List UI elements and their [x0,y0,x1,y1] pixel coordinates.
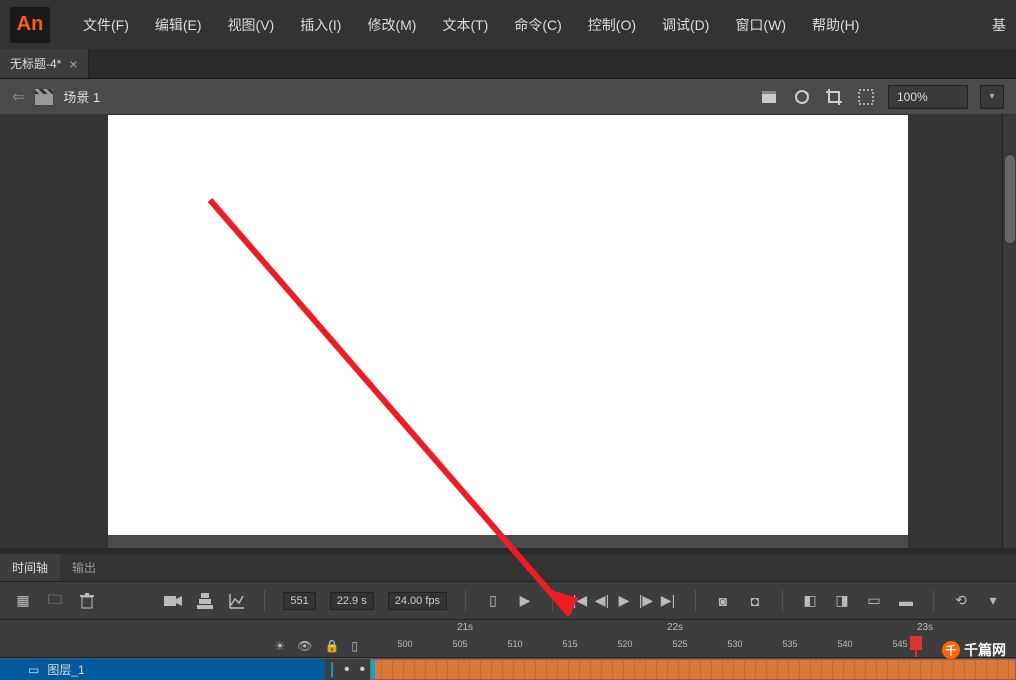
clip-content-icon[interactable] [856,87,876,107]
menu-bar: An 文件(F) 编辑(E) 视图(V) 插入(I) 修改(M) 文本(T) 命… [0,0,1016,49]
edit-scene-icon[interactable] [760,87,780,107]
playhead[interactable] [910,636,922,650]
fps[interactable]: 24.00 fps [388,592,447,610]
tab-close-icon[interactable]: × [69,56,77,72]
layer-frame-track[interactable] [370,659,1016,680]
frame-number: 510 [507,639,522,649]
zoom-dropdown-icon[interactable]: ▾ [980,85,1004,109]
time-label: 21s [457,622,473,633]
layer-header-controls: ☀ 👁 🔒 ▯ [0,620,370,657]
frame-number: 540 [837,639,852,649]
time-label: 22s [667,622,683,633]
menu-control[interactable]: 控制(O) [575,15,649,35]
delete-layer-icon[interactable] [78,592,96,610]
watermark-badge: 千 [942,641,960,659]
layer-outline-dot[interactable]: • [359,661,365,679]
menu-modify[interactable]: 修改(M) [354,15,429,35]
vertical-scrollbar[interactable] [1002,115,1016,548]
tab-title: 无标题-4* [10,55,61,72]
play-button-icon[interactable]: ▶ [615,592,633,610]
layer-name-cell[interactable]: ▭ 图层_1 [0,659,325,680]
layer-row[interactable]: ▭ 图层_1 | • • [0,658,1016,680]
stage-canvas[interactable] [108,115,908,535]
last-frame-icon[interactable]: ▶| [659,592,677,610]
timeline-toolbar: ▦ 🗀 551 22.9 s 24.00 fps ▯ ▶ |◀ ◀| ▶ |▶ … [0,582,1016,620]
ruler-track[interactable]: 21s 22s 23s 500 505 510 515 520 525 530 … [370,620,1016,657]
frame-number: 530 [727,639,742,649]
panel-tab-bar: 时间轴 输出 [0,554,1016,582]
zoom-level-input[interactable]: 100% [888,85,968,109]
menu-command[interactable]: 命令(C) [501,15,574,35]
document-tab-bar: 无标题-4* × [0,49,1016,79]
crop-tool-icon[interactable] [824,87,844,107]
highlight-layer-icon[interactable]: ☀ [274,639,285,653]
lock-icon[interactable]: 🔒 [324,639,339,653]
layer-visible-dot[interactable]: | [330,661,334,679]
tab-timeline[interactable]: 时间轴 [0,554,60,581]
play-icon[interactable]: ▶ [516,592,534,610]
first-frame-icon[interactable]: |◀ [571,592,589,610]
menu-edit[interactable]: 编辑(E) [142,15,215,35]
menu-debug[interactable]: 调试(D) [649,15,722,35]
stage-area [0,115,1016,548]
scene-name: 场景 1 [63,87,100,106]
layer-toggle-cell: | • • [325,659,370,680]
scene-bar: ⇐ 场景 1 100% ▾ [0,79,1016,115]
new-layer-icon[interactable]: ▦ [14,592,32,610]
new-folder-icon[interactable]: 🗀 [46,592,64,610]
prev-frame-icon[interactable]: ◀| [593,592,611,610]
insert-keyframe-icon[interactable]: ◧ [801,592,819,610]
layer-name: 图层_1 [47,661,84,678]
frame-number: 500 [397,639,412,649]
menu-view[interactable]: 视图(V) [215,15,288,35]
onion-outline-icon[interactable]: ◘ [746,592,764,610]
next-frame-icon[interactable]: |▶ [637,592,655,610]
layer-type-icon: ▭ [28,663,39,677]
menu-help[interactable]: 帮助(H) [799,15,872,35]
layer-selection-edge [371,660,375,679]
frame-number: 545 [892,639,907,649]
remove-frame-icon[interactable]: ▬ [897,592,915,610]
current-time: 22.9 s [330,592,374,610]
scene-clapper-icon[interactable] [35,89,53,105]
frame-number: 520 [617,639,632,649]
visibility-icon[interactable]: 👁 [297,639,312,653]
watermark: 千 千篇网 [942,640,1006,660]
current-frame[interactable]: 551 [283,592,315,610]
outline-icon[interactable]: ▯ [351,639,358,653]
stage-pasteboard-right [908,115,1002,548]
menu-right-label: 基 [992,15,1006,35]
timeline-ruler: ☀ 👁 🔒 ▯ 21s 22s 23s 500 505 510 515 520 … [0,620,1016,658]
frame-number: 535 [782,639,797,649]
timeline-options-icon[interactable]: ⟲ [952,592,970,610]
graph-icon[interactable] [228,592,246,610]
time-label: 23s [917,622,933,633]
layer-lock-dot[interactable]: • [344,661,350,679]
onion-skin-icon[interactable]: ◙ [714,592,732,610]
document-tab[interactable]: 无标题-4* × [0,49,89,78]
layer-depth-icon[interactable] [196,592,214,610]
frame-number: 525 [672,639,687,649]
app-logo: An [10,7,50,43]
back-arrow-icon[interactable]: ⇐ [12,87,25,107]
tab-output[interactable]: 输出 [60,554,108,581]
playback-controls: |◀ ◀| ▶ |▶ ▶| [571,592,677,610]
menu-insert[interactable]: 插入(I) [287,15,354,35]
scrollbar-thumb[interactable] [1005,155,1015,243]
insert-blank-keyframe-icon[interactable]: ◨ [833,592,851,610]
loop-marker-icon[interactable]: ▯ [484,592,502,610]
frame-number: 515 [562,639,577,649]
menu-window[interactable]: 窗口(W) [722,15,799,35]
menu-text[interactable]: 文本(T) [429,15,501,35]
frame-number: 505 [452,639,467,649]
insert-frame-icon[interactable]: ▭ [865,592,883,610]
timeline-menu-icon[interactable]: ▾ [984,592,1002,610]
watermark-text: 千篇网 [964,640,1006,660]
rotate-tool-icon[interactable] [792,87,812,107]
camera-icon[interactable] [164,592,182,610]
stage-pasteboard-left [0,115,108,548]
menu-file[interactable]: 文件(F) [70,15,142,35]
